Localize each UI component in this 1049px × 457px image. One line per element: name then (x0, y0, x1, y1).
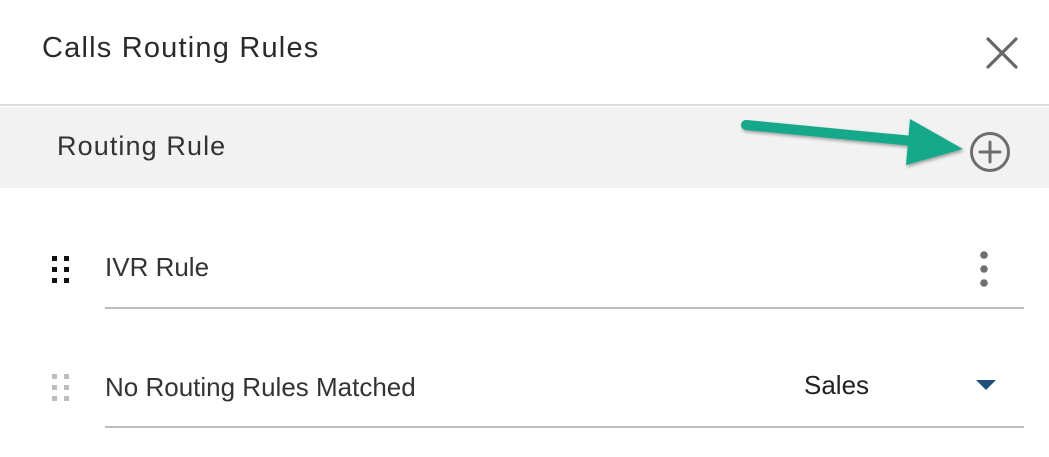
queue-select[interactable]: Sales (790, 366, 1020, 406)
arrow-callout (741, 119, 963, 165)
rule-row-no-match[interactable]: No Routing Rules Matched Sales (0, 360, 1049, 428)
add-circle-icon (970, 132, 1010, 172)
drag-handle-disabled (50, 372, 74, 404)
rule-label: IVR Rule (105, 252, 210, 282)
rule-row-ivr[interactable]: IVR Rule (0, 240, 1049, 309)
row-divider (105, 426, 1024, 428)
add-rule-button[interactable] (966, 130, 1014, 178)
caret-down-icon (976, 380, 996, 390)
row-divider (105, 307, 1024, 309)
rule-label: No Routing Rules Matched (105, 372, 416, 402)
select-value: Sales (804, 370, 870, 400)
close-icon (986, 37, 1018, 69)
section-title: Routing Rule (57, 131, 227, 161)
dialog-title: Calls Routing Rules (42, 32, 320, 64)
more-vert-icon (980, 251, 988, 287)
close-button[interactable] (982, 33, 1022, 73)
drag-handle[interactable] (50, 254, 74, 286)
drag-handle-icon (52, 256, 69, 283)
more-options-button[interactable] (970, 248, 998, 292)
drag-handle-icon (52, 374, 69, 401)
dialog-header: Calls Routing Rules (0, 0, 1049, 106)
routing-rules-dialog: Calls Routing Rules Routing Rule IVR Rul… (0, 0, 1049, 457)
